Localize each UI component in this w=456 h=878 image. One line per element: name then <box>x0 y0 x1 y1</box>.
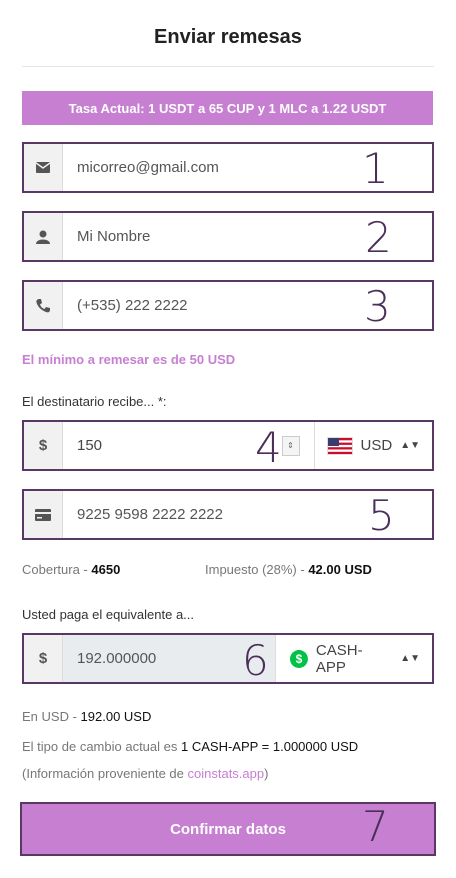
step-number-6: 6 <box>242 636 269 685</box>
tax-label: Impuesto (28%) - <box>205 562 305 577</box>
source-text: (Información proveniente de coinstats.ap… <box>22 766 268 781</box>
chevron-updown-icon: ▲▼ <box>400 653 420 664</box>
pay-method-label: CASH-APP <box>315 641 363 676</box>
pay-method-select[interactable]: $ CASH-APP ▲▼ <box>275 635 432 682</box>
usd-value: 192.00 USD <box>80 709 152 724</box>
minimum-note: El mínimo a remesar es de 50 USD <box>22 352 236 367</box>
coverage-text: Cobertura - 4650 <box>22 562 120 577</box>
amount-field[interactable]: $ 150 ⇕ USD ▲▼ <box>22 420 434 471</box>
title-divider <box>22 66 434 67</box>
envelope-icon <box>24 144 63 191</box>
recipient-label: El destinatario recibe... *: <box>22 394 167 409</box>
exchange-text: El tipo de cambio actual es 1 CASH-APP =… <box>22 739 358 754</box>
step-number-7: 7 <box>362 802 389 851</box>
coverage-value: 4650 <box>91 562 121 577</box>
coverage-label: Cobertura - <box>22 562 88 577</box>
tax-value: 42.00 USD <box>308 562 372 577</box>
rate-banner: Tasa Actual: 1 USDT a 65 CUP y 1 MLC a 1… <box>22 91 433 125</box>
pay-label: Usted paga el equivalente a... <box>22 607 195 622</box>
receive-currency-select[interactable]: USD ▲▼ <box>313 422 432 469</box>
step-number-5: 5 <box>368 491 395 540</box>
cash-app-icon: $ <box>290 649 308 668</box>
step-number-4: 4 <box>255 423 282 472</box>
exchange-label: El tipo de cambio actual es <box>22 739 178 754</box>
step-number-1: 1 <box>362 144 389 193</box>
exchange-value: 1 CASH-APP = 1.000000 USD <box>181 739 359 754</box>
source-prefix: (Información proveniente de <box>22 766 184 781</box>
usd-label: En USD - <box>22 709 77 724</box>
user-icon <box>24 213 63 260</box>
receive-currency-label: USD <box>360 437 393 454</box>
amount-input[interactable]: 150 <box>63 437 282 454</box>
pay-field: $ 192.000000 $ CASH-APP ▲▼ <box>22 633 434 684</box>
us-flag-icon <box>326 436 353 455</box>
usd-text: En USD - 192.00 USD <box>22 709 151 724</box>
svg-text:$: $ <box>296 651 303 665</box>
credit-card-icon <box>24 491 63 538</box>
confirm-button-label: Confirmar datos <box>170 820 286 838</box>
chevron-updown-icon: ▲▼ <box>400 440 420 451</box>
dollar-icon: $ <box>24 635 63 682</box>
remittance-form: Enviar remesas Tasa Actual: 1 USDT a 65 … <box>0 0 456 878</box>
phone-icon <box>24 282 63 329</box>
source-suffix: ) <box>264 766 269 781</box>
source-link[interactable]: coinstats.app <box>188 766 265 781</box>
step-number-2: 2 <box>365 213 392 262</box>
tax-text: Impuesto (28%) - 42.00 USD <box>205 562 372 577</box>
dollar-icon: $ <box>24 422 63 469</box>
amount-stepper[interactable]: ⇕ <box>281 435 300 456</box>
step-number-3: 3 <box>364 282 391 331</box>
page-title: Enviar remesas <box>154 26 302 48</box>
